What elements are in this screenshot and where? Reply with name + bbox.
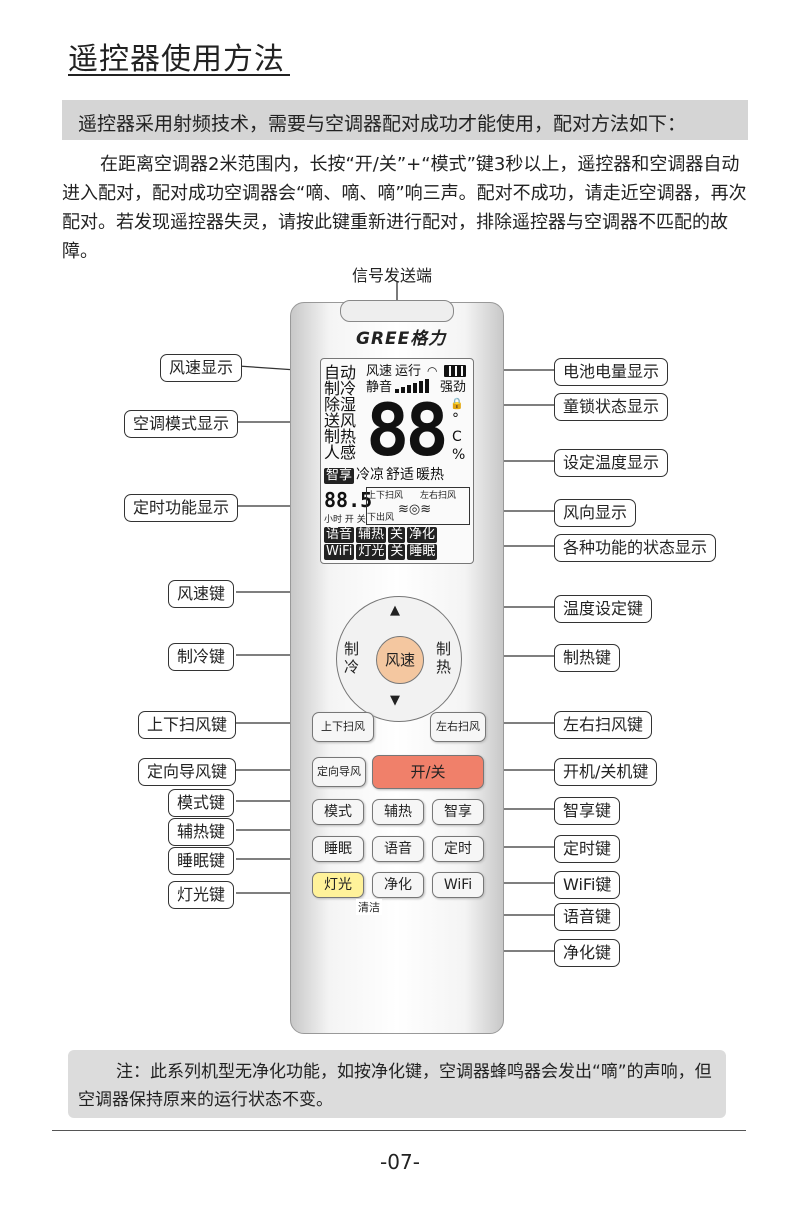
label-timer-key: 定时键 [554, 835, 621, 863]
label-heat-key: 制热键 [554, 644, 621, 672]
voice-button[interactable]: 语音 [372, 836, 424, 862]
note-box: 注：此系列机型无净化功能，如按净化键，空调器蜂鸣器会发出“嘀”的声响，但空调器保… [68, 1050, 726, 1118]
lcd-aux-heat: 辅热 [356, 527, 387, 543]
lcd-light: 灯光 [356, 544, 387, 560]
power-button[interactable]: 开/关 [372, 755, 484, 789]
label-purify-key: 净化键 [554, 939, 621, 967]
lcd-timer-text: 小时 开 关 [324, 515, 366, 525]
swing-lr-button[interactable]: 左右扫风 [430, 712, 486, 742]
label-mode-key: 模式键 [168, 789, 235, 817]
lcd-running: 运行 [395, 364, 422, 379]
lcd-off-2: 关 [388, 544, 406, 560]
lcd-status-row-2: WiFi 灯光 关 睡眠 [324, 544, 438, 560]
signal-emitter [340, 300, 454, 322]
page-number: -07- [380, 1150, 420, 1174]
lcd-voice: 语音 [324, 527, 355, 543]
wifi-signal-icon: ◠ [427, 364, 438, 378]
lcd-sleep: 睡眠 [407, 544, 438, 560]
smart-button[interactable]: 智享 [432, 799, 484, 825]
lcd-swing-down: 下出风 [367, 513, 395, 523]
lcd-status-row-1: 语音 辅热 关 净化 [324, 527, 438, 543]
lcd-comfort: 舒适 [386, 467, 415, 483]
label-child-lock-display: 童锁状态显示 [554, 393, 669, 421]
lcd-temperature-digits: 88 [366, 388, 449, 472]
lcd-swing-lr: 左右扫风 [420, 491, 457, 501]
battery-icon [444, 365, 466, 377]
label-wifi-key: WiFi键 [554, 871, 621, 899]
label-timer-display: 定时功能显示 [124, 494, 239, 522]
heat-button[interactable]: 制热 [436, 640, 452, 676]
aux-heat-button[interactable]: 辅热 [372, 799, 424, 825]
label-fan-display: 风速显示 [160, 354, 243, 382]
sleep-button[interactable]: 睡眠 [312, 836, 364, 862]
label-aux-heat-key: 辅热键 [168, 818, 235, 846]
note-text: 注：此系列机型无净化功能，如按净化键，空调器蜂鸣器会发出“嘀”的声响，但空调器保… [78, 1062, 712, 1110]
lcd-mid-row: 智享 冷凉 舒适 暖热 [324, 468, 444, 484]
label-sleep-key: 睡眠键 [168, 847, 235, 875]
lcd-smart: 智享 [324, 468, 355, 484]
lcd-cool-feel: 冷凉 [356, 467, 385, 483]
lcd-swing-up: 上下扫风 [367, 491, 404, 501]
air-direction-icon: ≋◎≋ [398, 502, 432, 517]
timer-button[interactable]: 定时 [432, 836, 484, 862]
temp-down-button[interactable]: ▼ [390, 693, 400, 708]
label-power-key: 开机/关机键 [554, 758, 658, 786]
fan-speed-button[interactable]: 风速 [376, 636, 424, 684]
label-smart-key: 智享键 [554, 797, 621, 825]
lcd-fan-speed: 风速 [366, 364, 393, 379]
lcd-wifi: WiFi [324, 544, 355, 560]
purify-button[interactable]: 净化 [372, 872, 424, 898]
label-swing-ud-key: 上下扫风键 [138, 711, 237, 739]
fixed-swing-button[interactable]: 定向导风 [312, 757, 366, 787]
signal-label: 信号发送端 [352, 266, 433, 285]
cool-button[interactable]: 制冷 [344, 640, 360, 676]
lcd-purify: 净化 [407, 527, 438, 543]
label-battery-display: 电池电量显示 [554, 358, 669, 386]
label-fixed-swing-key: 定向导风键 [138, 758, 237, 786]
label-cool-key: 制冷键 [168, 643, 235, 671]
wifi-button[interactable]: WiFi [432, 872, 484, 898]
lcd-units: °C % [452, 411, 466, 463]
label-air-direction-display: 风向显示 [554, 499, 637, 527]
lcd-mode-list: 自动 制冷 除湿 送风 制热 人感 [324, 365, 364, 461]
lcd-mode-sense: 人感 [324, 443, 357, 462]
lcd-off-1: 关 [388, 527, 406, 543]
child-lock-icon: 🔒 [450, 397, 464, 410]
clean-combo-label: 清洁 [356, 899, 382, 915]
label-mode-display: 空调模式显示 [124, 410, 239, 438]
mode-button[interactable]: 模式 [312, 799, 364, 825]
lcd-timer-digits: 88.5 [324, 488, 373, 512]
label-light-key: 灯光键 [168, 881, 235, 909]
label-status-display: 各种功能的状态显示 [554, 534, 717, 562]
light-button[interactable]: 灯光 [312, 872, 364, 898]
label-fan-key: 风速键 [168, 580, 235, 608]
footer-divider [52, 1130, 746, 1131]
lcd-warm: 暖热 [416, 467, 445, 483]
label-set-temp-display: 设定温度显示 [554, 449, 669, 477]
label-temp-set-key: 温度设定键 [554, 595, 653, 623]
gree-logo: GREE格力 [356, 329, 447, 349]
label-voice-key: 语音键 [554, 903, 621, 931]
temp-up-button[interactable]: ▲ [390, 603, 400, 618]
swing-ud-button[interactable]: 上下扫风 [312, 712, 374, 742]
label-swing-lr-key: 左右扫风键 [554, 711, 653, 739]
